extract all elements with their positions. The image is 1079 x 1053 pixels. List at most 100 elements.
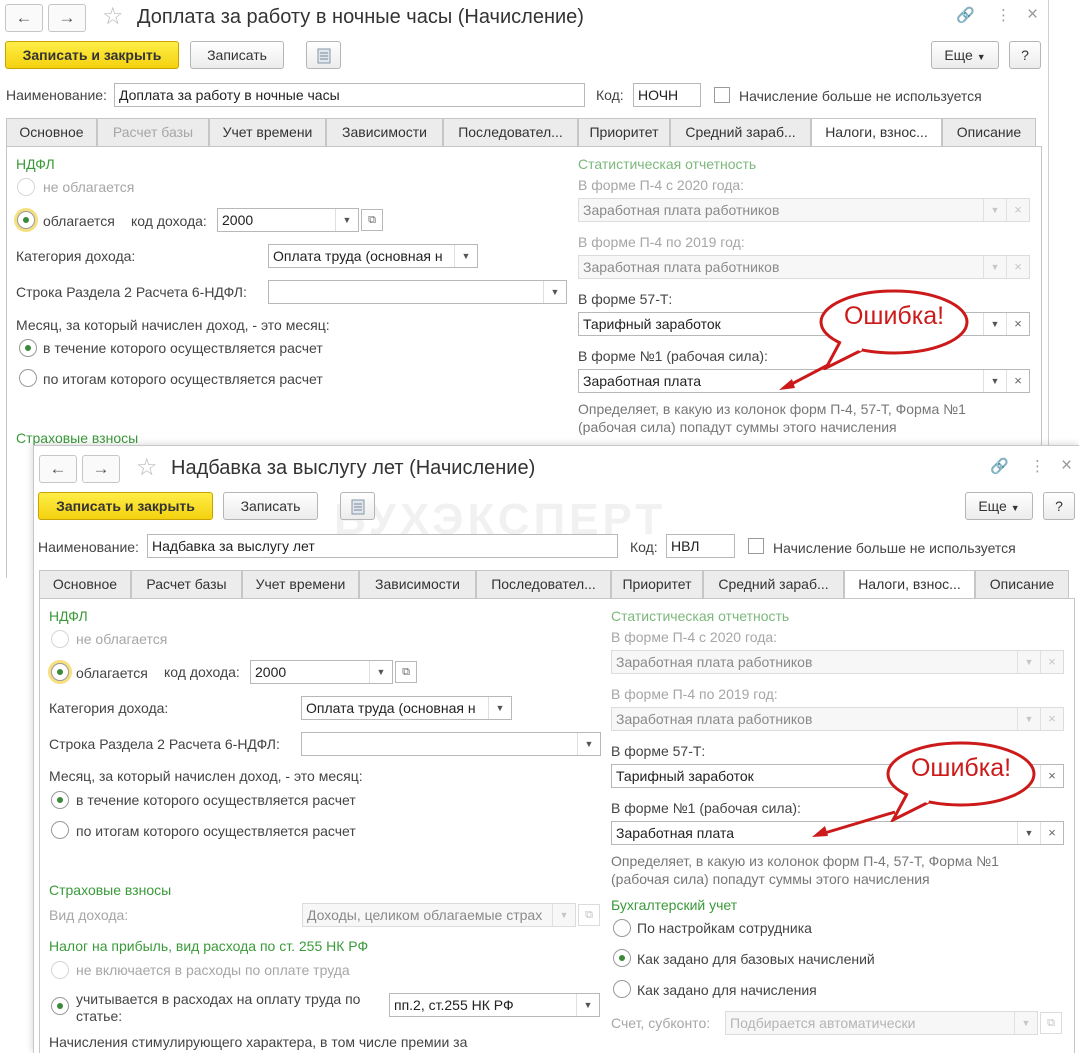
tab-basic[interactable]: Основное (6, 118, 97, 146)
tab-time-accounting[interactable]: Учет времени (209, 118, 326, 146)
report-button[interactable] (340, 492, 375, 520)
save-button[interactable]: Записать (190, 41, 284, 69)
dropdown-arrow-icon[interactable]: ▼ (1017, 651, 1040, 673)
income-code-select[interactable]: 2000 ▼ (250, 660, 393, 684)
code-input[interactable]: НВЛ (666, 534, 735, 558)
p4-2019-select[interactable]: Заработная плата работников ▼ × (611, 707, 1064, 731)
report-button[interactable] (306, 41, 341, 69)
tab-average-earnings[interactable]: Средний зараб... (703, 570, 844, 598)
tab-description[interactable]: Описание (942, 118, 1036, 146)
tab-description[interactable]: Описание (975, 570, 1069, 598)
article-select[interactable]: пп.2, ст.255 НК РФ ▼ (389, 993, 600, 1017)
not-used-checkbox[interactable] (714, 87, 730, 103)
clear-icon[interactable]: × (1006, 313, 1029, 335)
tab-priority[interactable]: Приоритет (578, 118, 670, 146)
dropdown-arrow-icon[interactable]: ▼ (983, 199, 1006, 221)
dropdown-arrow-icon[interactable]: ▼ (543, 281, 566, 303)
dropdown-arrow-icon[interactable]: ▼ (983, 313, 1006, 335)
dropdown-arrow-icon[interactable]: ▼ (577, 733, 600, 755)
forward-button[interactable]: → (82, 455, 120, 483)
p4-2020-select[interactable]: Заработная плата работников ▼ × (578, 198, 1030, 222)
income-category-select[interactable]: Оплата труда (основная н ▼ (268, 244, 478, 268)
acc-accrual-radio[interactable] (613, 980, 631, 998)
p4-2020-select[interactable]: Заработная плата работников ▼ × (611, 650, 1064, 674)
tab-taxes[interactable]: Налоги, взнос... (844, 570, 975, 599)
code-input[interactable]: НОЧН (633, 83, 701, 107)
clear-icon[interactable]: × (1040, 765, 1063, 787)
dropdown-arrow-icon[interactable]: ▼ (983, 256, 1006, 278)
dropdown-arrow-icon[interactable]: ▼ (1017, 708, 1040, 730)
month-results-radio[interactable] (19, 369, 37, 387)
tab-sequence[interactable]: Последовател... (443, 118, 578, 146)
more-button[interactable]: Еще ▼ (931, 41, 999, 69)
more-menu-icon[interactable]: ⋮ (1030, 457, 1045, 477)
more-button[interactable]: Еще ▼ (965, 492, 1033, 520)
income-kind-select[interactable]: Доходы, целиком облагаемые страх ▼ (302, 903, 576, 927)
tab-sequence[interactable]: Последовател... (476, 570, 611, 598)
help-button[interactable]: ? (1009, 41, 1041, 69)
clear-icon[interactable]: × (1040, 651, 1063, 673)
tab-time-accounting[interactable]: Учет времени (242, 570, 359, 598)
tab-taxes[interactable]: Налоги, взнос... (811, 118, 942, 147)
tab-priority[interactable]: Приоритет (611, 570, 703, 598)
link-icon[interactable]: 🔗 (956, 6, 975, 26)
profit-included-radio[interactable] (51, 997, 69, 1015)
line-6ndfl-select[interactable]: ▼ (268, 280, 567, 304)
month-current-radio[interactable] (19, 339, 37, 357)
tab-dependencies[interactable]: Зависимости (359, 570, 476, 598)
save-button[interactable]: Записать (223, 492, 318, 520)
not-taxed-radio[interactable] (51, 630, 69, 648)
clear-icon[interactable]: × (1040, 708, 1063, 730)
p4-2019-select[interactable]: Заработная плата работников ▼ × (578, 255, 1030, 279)
dropdown-arrow-icon[interactable]: ▼ (1017, 822, 1040, 844)
line-6ndfl-select[interactable]: ▼ (301, 732, 601, 756)
close-icon[interactable]: × (1061, 456, 1072, 476)
open-icon[interactable]: ⧉ (395, 661, 417, 683)
account-select[interactable]: Подбирается автоматически ▼ (725, 1011, 1038, 1035)
tab-basic[interactable]: Основное (39, 570, 131, 598)
open-icon[interactable]: ⧉ (1040, 1012, 1062, 1034)
taxed-radio[interactable] (51, 663, 69, 681)
name-input[interactable]: Доплата за работу в ночные часы (114, 83, 585, 107)
tab-base-calc[interactable]: Расчет базы (131, 570, 242, 598)
dropdown-arrow-icon[interactable]: ▼ (1014, 1012, 1037, 1034)
back-button[interactable]: ← (39, 455, 77, 483)
favorite-star-icon[interactable]: ☆ (136, 455, 158, 481)
clear-icon[interactable]: × (1040, 822, 1063, 844)
income-code-select[interactable]: 2000 ▼ (217, 208, 359, 232)
dropdown-arrow-icon[interactable]: ▼ (552, 904, 575, 926)
acc-employee-radio[interactable] (613, 919, 631, 937)
dropdown-arrow-icon[interactable]: ▼ (576, 994, 599, 1016)
back-button[interactable]: ← (5, 4, 43, 32)
help-button[interactable]: ? (1043, 492, 1075, 520)
more-menu-icon[interactable]: ⋮ (996, 6, 1011, 26)
tab-base-calc[interactable]: Расчет базы (97, 118, 209, 146)
not-taxed-radio[interactable] (17, 178, 35, 196)
acc-base-radio[interactable] (613, 949, 631, 967)
income-category-select[interactable]: Оплата труда (основная н ▼ (301, 696, 512, 720)
forward-button[interactable]: → (48, 4, 86, 32)
favorite-star-icon[interactable]: ☆ (102, 4, 124, 30)
clear-icon[interactable]: × (1006, 256, 1029, 278)
clear-icon[interactable]: × (1006, 370, 1029, 392)
not-used-checkbox[interactable] (748, 538, 764, 554)
tab-dependencies[interactable]: Зависимости (326, 118, 443, 146)
clear-icon[interactable]: × (1006, 199, 1029, 221)
month-results-radio[interactable] (51, 821, 69, 839)
open-icon[interactable]: ⧉ (578, 904, 600, 926)
link-icon[interactable]: 🔗 (990, 457, 1009, 477)
name-input[interactable]: Надбавка за выслугу лет (147, 534, 618, 558)
close-icon[interactable]: × (1027, 5, 1038, 25)
dropdown-arrow-icon[interactable]: ▼ (335, 209, 358, 231)
dropdown-arrow-icon[interactable]: ▼ (454, 245, 477, 267)
dropdown-arrow-icon[interactable]: ▼ (983, 370, 1006, 392)
taxed-radio[interactable] (17, 211, 35, 229)
dropdown-arrow-icon[interactable]: ▼ (369, 661, 392, 683)
month-current-radio[interactable] (51, 791, 69, 809)
tab-average-earnings[interactable]: Средний зараб... (670, 118, 811, 146)
save-and-close-button[interactable]: Записать и закрыть (38, 492, 213, 520)
save-and-close-button[interactable]: Записать и закрыть (5, 41, 179, 69)
profit-excluded-radio[interactable] (51, 961, 69, 979)
open-icon[interactable]: ⧉ (361, 209, 383, 231)
dropdown-arrow-icon[interactable]: ▼ (488, 697, 511, 719)
